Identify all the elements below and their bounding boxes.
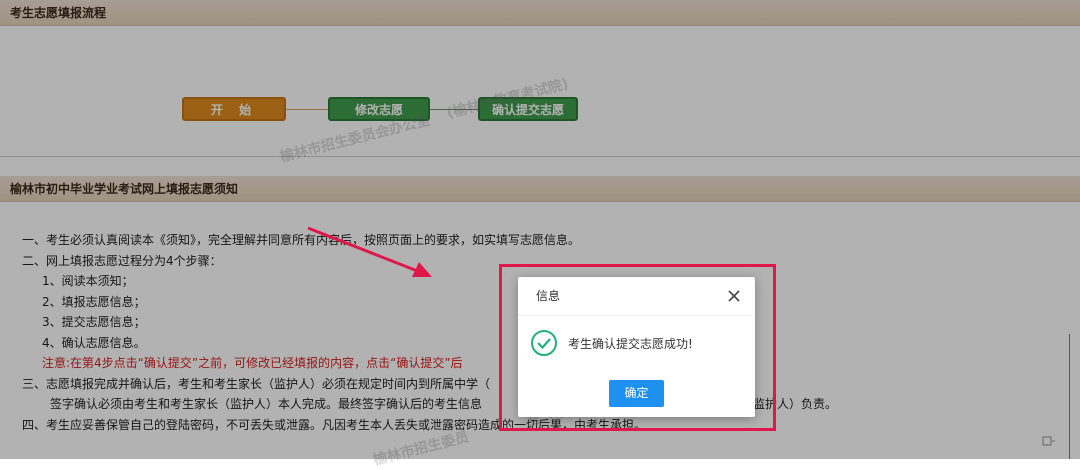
dialog-body: 考生确认提交志愿成功! xyxy=(530,329,750,361)
dialog-title: 信息 xyxy=(518,277,755,316)
close-icon[interactable] xyxy=(725,287,743,305)
ok-button[interactable]: 确定 xyxy=(609,380,664,407)
dialog-message: 考生确认提交志愿成功! xyxy=(568,337,693,351)
check-circle-icon xyxy=(530,329,558,357)
scrollbar-edge xyxy=(1069,334,1070,459)
info-dialog: 信息 考生确认提交志愿成功! 确定 xyxy=(518,277,755,417)
resize-icon[interactable] xyxy=(1042,432,1056,446)
